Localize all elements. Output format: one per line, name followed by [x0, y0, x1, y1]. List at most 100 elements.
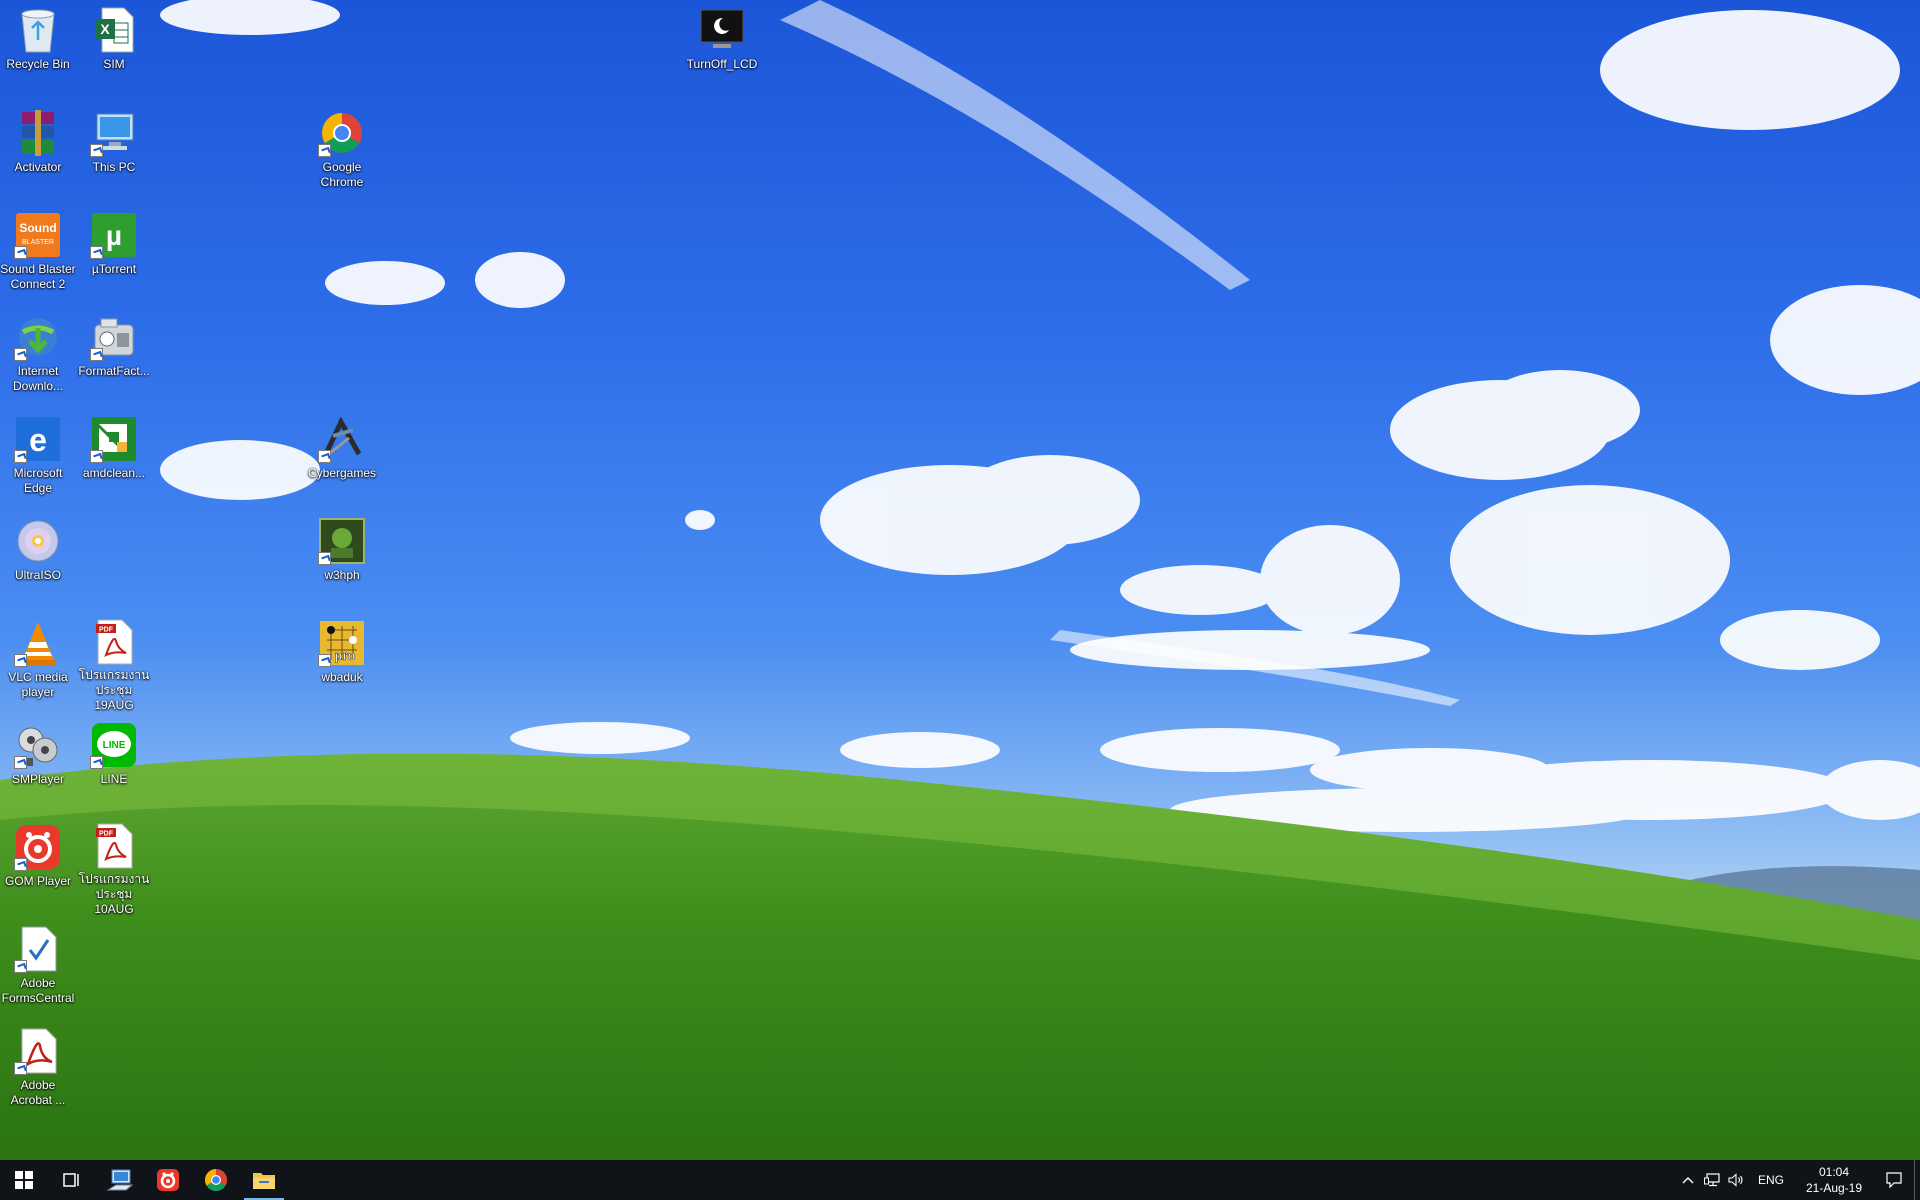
desktop-icon-label: µTorrent	[91, 262, 137, 276]
desktop-icon-label: Google Chrome	[320, 160, 364, 189]
shortcut-arrow-icon	[318, 654, 331, 667]
speaker-icon	[1728, 1173, 1743, 1187]
desktop-icon-vlc[interactable]: VLC media player	[0, 613, 76, 709]
desktop-icon-label: amdclean...	[82, 466, 146, 480]
shortcut-arrow-icon	[14, 1062, 27, 1075]
svg-text:PDF: PDF	[99, 831, 114, 838]
desktop-icon-label: Internet Downlo...	[12, 364, 64, 393]
start-button[interactable]	[0, 1160, 48, 1200]
show-desktop-button[interactable]	[1914, 1160, 1920, 1200]
desktop-icon-turnoff-lcd[interactable]: TurnOff_LCD	[684, 0, 760, 96]
pdf-icon: PDF	[90, 823, 138, 869]
desktop-icon-wbaduk[interactable]: pro wbaduk	[304, 613, 380, 709]
input-language-indicator[interactable]: ENG	[1748, 1173, 1794, 1187]
windows-logo-icon	[15, 1171, 33, 1189]
desktop-icon-label: w3hph	[324, 568, 360, 582]
desktop-icon-label: UltraISO	[14, 568, 61, 582]
desktop-icon-label: Recycle Bin	[6, 57, 70, 71]
desktop-icon-ultraiso[interactable]: UltraISO	[0, 511, 76, 607]
desktop-icon-pdf-10aug[interactable]: PDF โปรแกรมงานประชุม 10AUG	[76, 817, 152, 916]
desktop-icon-sound-blaster[interactable]: Sound BLASTER Sound Blaster Connect 2	[0, 205, 76, 301]
baduk-icon: pro	[318, 619, 366, 667]
clock-time: 01:04	[1818, 1165, 1850, 1179]
desktop-icon-label: Activator	[14, 160, 62, 174]
cyber-icon	[318, 415, 366, 463]
desktop-icon-line[interactable]: LINE LINE	[76, 715, 152, 811]
desktop-wallpaper	[0, 0, 1920, 1160]
shortcut-arrow-icon	[318, 552, 331, 565]
desktop-icon-activator[interactable]: Activator	[0, 103, 76, 199]
desktop-icon-gom-player[interactable]: GOM Player	[0, 817, 76, 913]
line-icon: LINE	[90, 721, 138, 769]
shortcut-arrow-icon	[14, 960, 27, 973]
desktop-icon-label: Microsoft Edge	[13, 466, 63, 495]
gom-taskbar-button[interactable]	[144, 1160, 192, 1200]
shortcut-arrow-icon	[90, 144, 103, 157]
chevron-up-icon	[1682, 1177, 1694, 1184]
desktop-icon-label: Sound Blaster Connect 2	[0, 262, 76, 291]
desktop-icon-amdclean[interactable]: amdclean...	[76, 409, 152, 505]
desktop-icon-label: SIM	[103, 57, 125, 71]
volume-button[interactable]	[1724, 1160, 1748, 1200]
action-center-button[interactable]	[1874, 1160, 1914, 1200]
network-monitor-icon	[107, 1169, 133, 1191]
gom-player-icon	[157, 1169, 179, 1191]
shortcut-arrow-icon	[90, 450, 103, 463]
svg-text:pro: pro	[335, 648, 356, 663]
idm-icon	[14, 313, 62, 361]
network-app-button[interactable]	[96, 1160, 144, 1200]
desktop-icon-label: wbaduk	[321, 670, 363, 684]
svg-text:Sound: Sound	[19, 221, 56, 235]
shortcut-arrow-icon	[318, 450, 331, 463]
disc-icon	[14, 517, 62, 565]
shortcut-arrow-icon	[14, 348, 27, 361]
recycle-icon	[14, 6, 62, 54]
desktop-icon-recycle-bin[interactable]: Recycle Bin	[0, 0, 76, 96]
desktop-icon-cybergames[interactable]: Cybergames	[304, 409, 380, 505]
shortcut-arrow-icon	[14, 756, 27, 769]
task-view-button[interactable]	[48, 1160, 96, 1200]
file-explorer-button[interactable]	[240, 1160, 288, 1200]
desktop-icon-internet-download[interactable]: Internet Downlo...	[0, 307, 76, 403]
formatfactory-icon	[90, 313, 138, 361]
shortcut-arrow-icon	[318, 144, 331, 157]
excel-icon: X	[90, 6, 138, 54]
amd-icon	[90, 415, 138, 463]
desktop-icon-adobe-acrobat[interactable]: Adobe Acrobat ...	[0, 1021, 76, 1117]
smplayer-icon	[14, 721, 62, 769]
taskbar: ENG 01:04 21-Aug-19	[0, 1160, 1920, 1200]
folder-icon	[253, 1173, 275, 1189]
desktop-icon-label: VLC media player	[8, 670, 68, 699]
desktop-icon-w3hph[interactable]: w3hph	[304, 511, 380, 607]
pdf-icon: PDF	[90, 619, 138, 665]
desktop-icon-label: Adobe Acrobat ...	[10, 1078, 66, 1107]
vlc-icon	[14, 619, 62, 667]
clock[interactable]: 01:04 21-Aug-19	[1794, 1164, 1874, 1196]
notification-icon	[1886, 1172, 1902, 1188]
utorrent-icon: µ	[90, 211, 138, 259]
desktop-icon-adobe-formscentral[interactable]: Adobe FormsCentral	[0, 919, 76, 1015]
clock-date: 21-Aug-19	[1805, 1181, 1863, 1195]
shortcut-arrow-icon	[14, 858, 27, 871]
desktop-icon-label: TurnOff_LCD	[686, 57, 758, 71]
soundblaster-icon: Sound BLASTER	[14, 211, 62, 259]
chrome-taskbar-button[interactable]	[192, 1160, 240, 1200]
desktop-icon-sim[interactable]: X SIM	[76, 0, 152, 96]
desktop-icon-label: GOM Player	[4, 874, 71, 888]
desktop-icon-microsoft-edge[interactable]: e Microsoft Edge	[0, 409, 76, 505]
desktop-icon-label: This PC	[92, 160, 136, 174]
network-status-button[interactable]	[1700, 1160, 1724, 1200]
winrar-icon	[14, 109, 62, 157]
desktop-icon-pdf-19aug[interactable]: PDF โปรแกรมงานประชุม 19AUG	[76, 613, 152, 712]
svg-text:PDF: PDF	[99, 627, 114, 634]
desktop-icon-utorrent[interactable]: µ µTorrent	[76, 205, 152, 301]
shortcut-arrow-icon	[14, 654, 27, 667]
show-hidden-icons-button[interactable]	[1676, 1160, 1700, 1200]
desktop-icon-this-pc[interactable]: This PC	[76, 103, 152, 199]
gom-icon	[14, 823, 62, 871]
desktop-icon-smplayer[interactable]: SMPlayer	[0, 715, 76, 811]
desktop-icon-google-chrome-desktop[interactable]: Google Chrome	[304, 103, 380, 199]
desktop-icon-formatfactory[interactable]: FormatFact...	[76, 307, 152, 403]
desktop-icon-label: SMPlayer	[11, 772, 64, 786]
shortcut-arrow-icon	[14, 246, 27, 259]
